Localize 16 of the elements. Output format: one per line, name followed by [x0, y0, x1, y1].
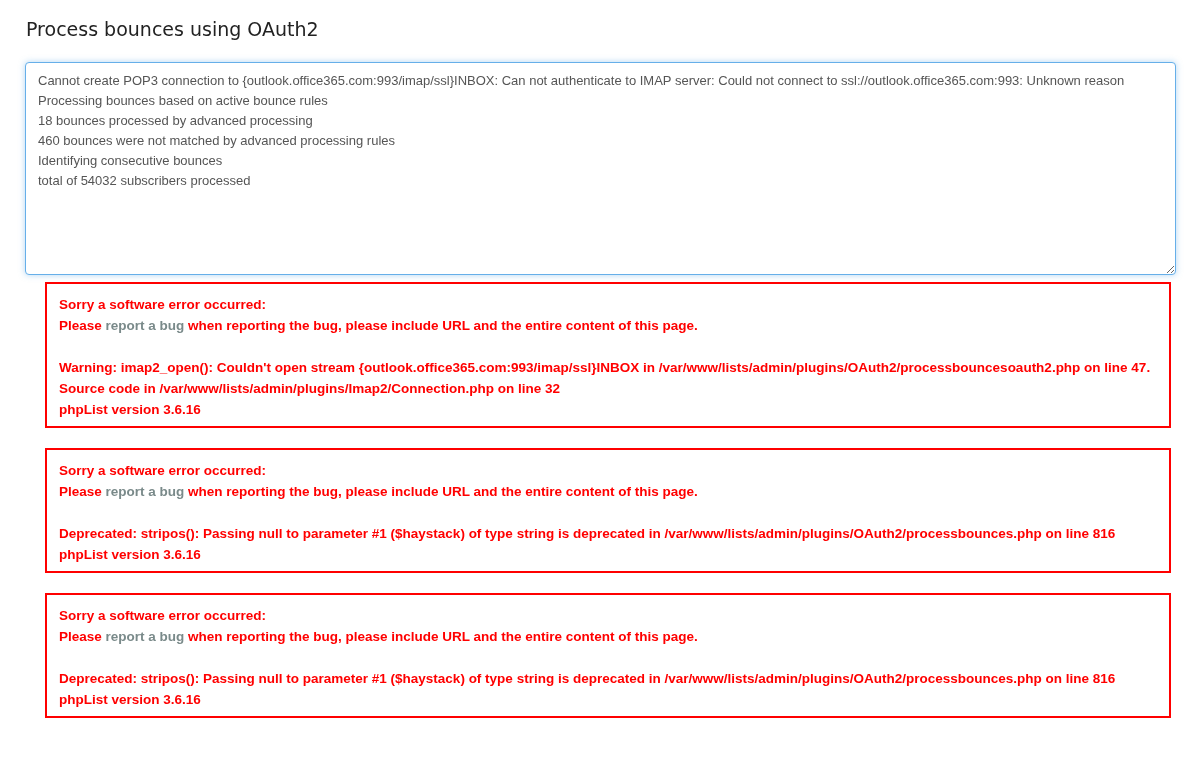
report-bug-link[interactable]: report a bug [105, 484, 185, 499]
error-instruction: Please report a bug when reporting the bug, please include URL and the entire content of this page. [59, 628, 699, 646]
report-bug-link[interactable]: report a bug [105, 629, 185, 644]
page-title: Process bounces using OAuth2 [26, 18, 320, 40]
report-bug-link[interactable]: report a bug [105, 318, 185, 333]
version-text: phpList version 3.6.16 [59, 691, 202, 709]
error-heading: Sorry a software error occurred: [59, 296, 268, 314]
error-heading: Sorry a software error occurred: [59, 462, 268, 480]
error-heading: Sorry a software error occurred: [59, 607, 268, 625]
error-instruction: Please report a bug when reporting the bug, please include URL and the entire content of this page. [59, 317, 699, 335]
version-text: phpList version 3.6.16 [59, 546, 202, 564]
log-output-field[interactable]: Cannot create POP3 connection to {outlook.office365.com:993/imap/ssl}INBOX: Can not authenticate to IMAP server: Could not connect to ssl://outlook.office365.com:993: Unknown reason Processing bounces based on active bounce rules 18 bounces processed by advanced processing 460 bounces were not matched by advanced processing rules Identifying consecutive bounces total of 54032 subscribers processed [25, 62, 1176, 275]
error-message: Deprecated: stripos(): Passing null to parameter #1 ($haystack) of type string is deprecated in /var/www/lists/admin/plugins/OAuth2/processbounces.php on line 816 [59, 525, 1117, 543]
error-instruction: Please report a bug when reporting the bug, please include URL and the entire content of this page. [59, 483, 699, 501]
error-message: Deprecated: stripos(): Passing null to parameter #1 ($haystack) of type string is deprecated in /var/www/lists/admin/plugins/OAuth2/processbounces.php on line 816 [59, 670, 1117, 688]
version-text: phpList version 3.6.16 [59, 401, 202, 419]
